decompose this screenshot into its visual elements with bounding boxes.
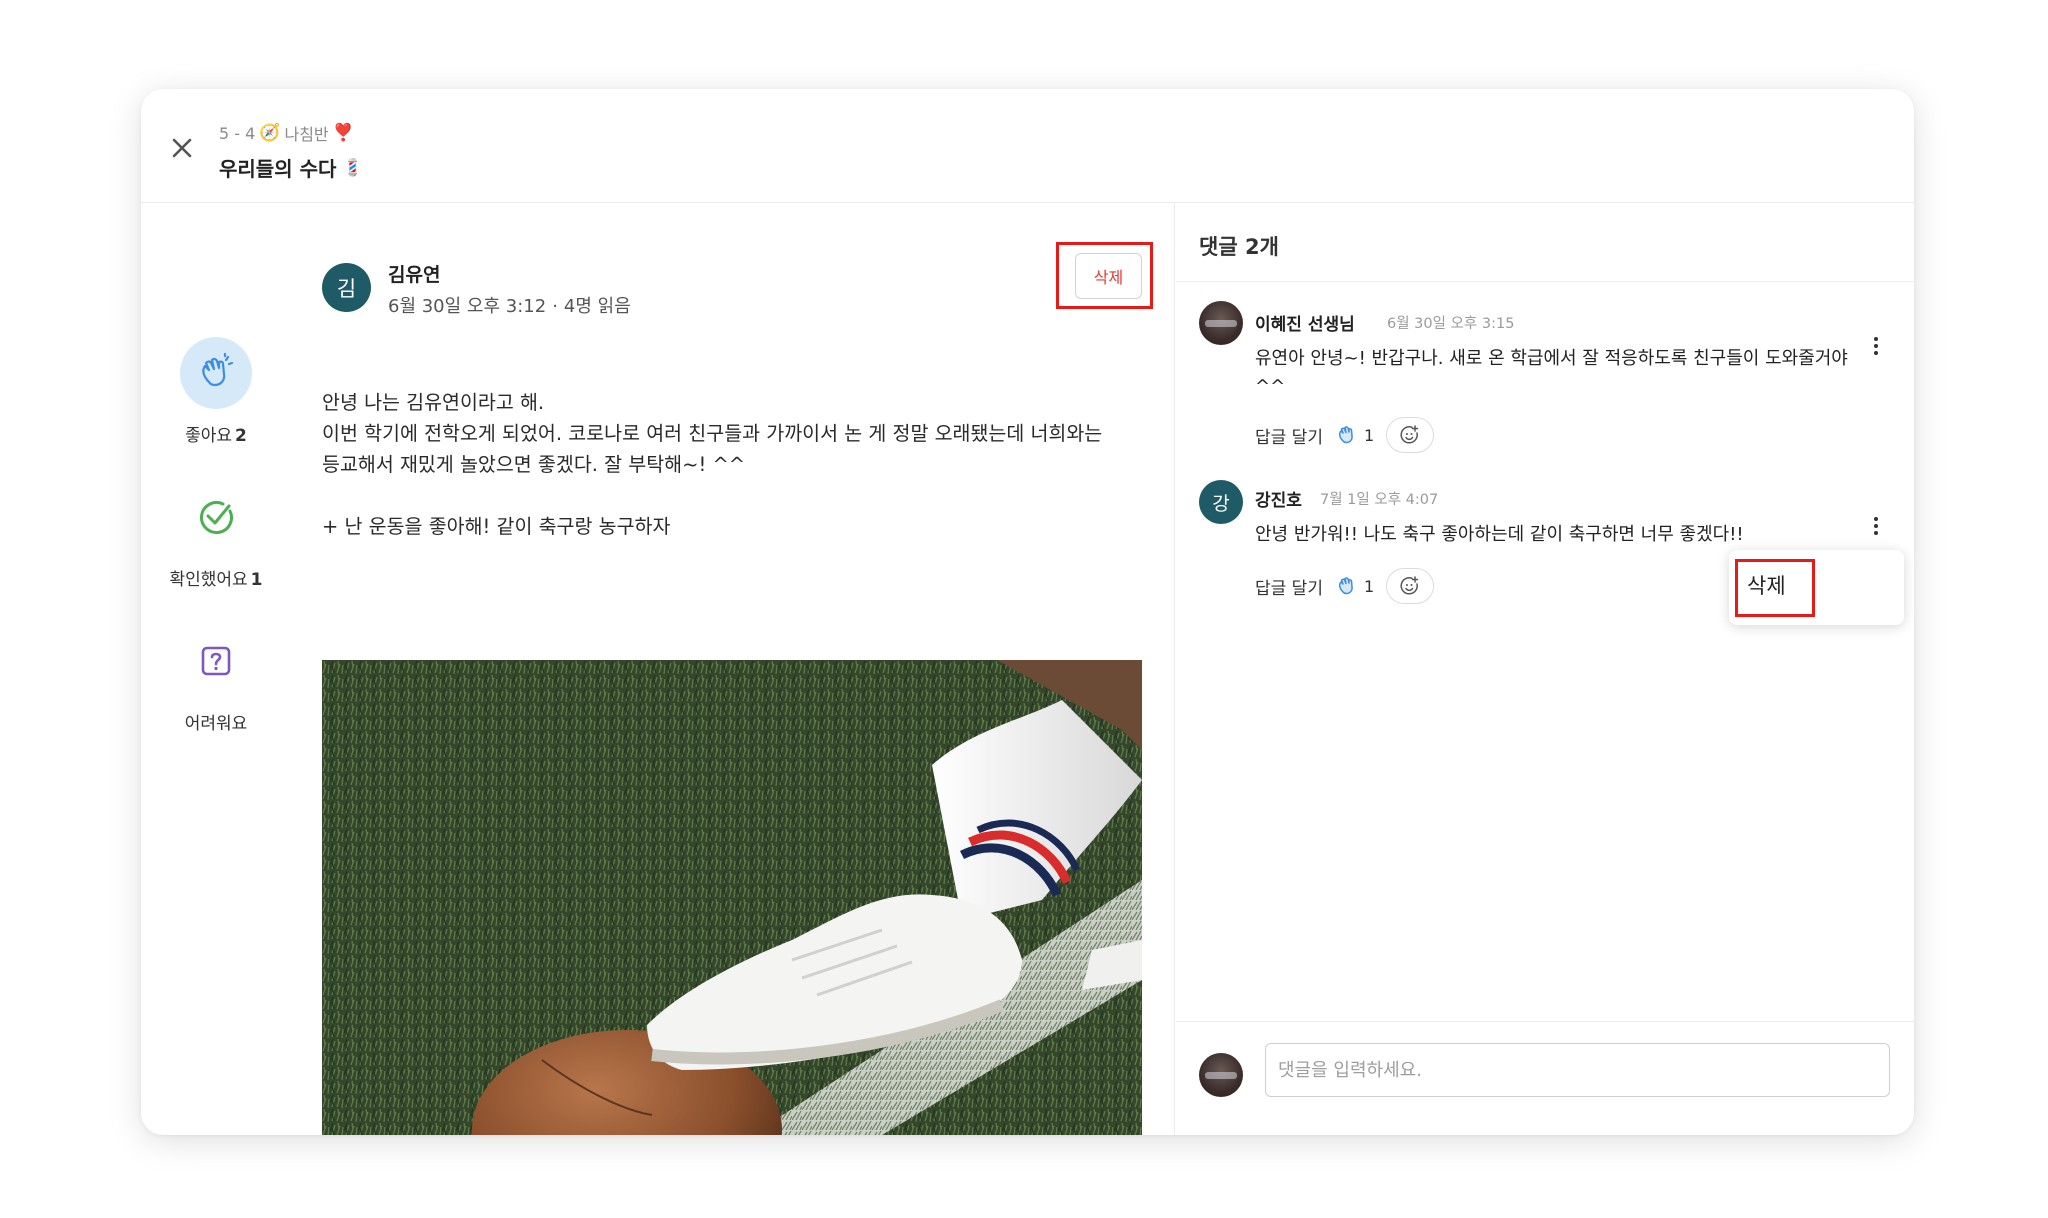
post-body: 안녕 나는 김유연이라고 해. 이번 학기에 전학오게 되었어. 코로나로 여러… — [322, 387, 1162, 542]
barber-pole-icon: 💈 — [342, 157, 364, 178]
class-breadcrumb: 5 - 4 🧭 나침반 ❣️ — [219, 121, 354, 145]
class-group: 나침반 — [284, 125, 329, 144]
modal-header: 5 - 4 🧭 나침반 ❣️ 우리들의 수다 💈 — [141, 89, 1914, 203]
reaction-difficult-text: 어려워요 — [184, 714, 248, 734]
question-box-icon — [180, 625, 252, 697]
post-image[interactable] — [322, 660, 1142, 1135]
commenter-avatar[interactable]: 강 — [1199, 480, 1243, 524]
post-line: 이번 학기에 전학오게 되었어. 코로나로 여러 친구들과 가까이서 논 게 정… — [322, 422, 1103, 445]
post-meta: 6월 30일 오후 3:12 · 4명 읽음 — [388, 292, 631, 318]
comment-time: 7월 1일 오후 4:07 — [1320, 492, 1439, 508]
comment-actions: 답글 달기 1 — [1255, 568, 1435, 604]
comment-author: 강진호 — [1255, 491, 1302, 511]
post-line-blank — [322, 480, 1162, 511]
commenter-avatar[interactable] — [1199, 301, 1243, 345]
clapping-hands-icon — [1338, 426, 1353, 444]
close-icon — [172, 138, 192, 158]
post-date: 6월 30일 오후 3:12 — [388, 296, 547, 317]
comment-author: 이혜진 선생님 — [1255, 315, 1355, 335]
post-line: 안녕 나는 김유연이라고 해. — [322, 391, 545, 414]
soccer-photo — [322, 660, 1142, 1135]
clapping-hands-icon — [1338, 577, 1353, 595]
comment-like-count: 1 — [1363, 425, 1375, 445]
comment-like-count: 1 — [1363, 576, 1375, 596]
class-name: 5 - 4 — [219, 123, 256, 143]
reaction-like-text: 좋아요 — [185, 426, 233, 446]
meta-separator: · — [552, 296, 558, 317]
reaction-like-label: 좋아요 2 — [141, 421, 291, 446]
comment-like-button[interactable]: 1 — [1335, 423, 1374, 447]
check-circle-icon — [180, 481, 252, 553]
author-name: 김유연 — [388, 264, 441, 286]
reaction-difficult-label: 어려워요 — [141, 709, 291, 734]
kebab-dot-icon — [1874, 337, 1878, 341]
reaction-like-count: 2 — [235, 426, 247, 446]
reply-button[interactable]: 답글 달기 — [1255, 423, 1323, 448]
heart-exclamation-icon: ❣️ — [332, 123, 354, 143]
my-avatar — [1199, 1053, 1243, 1097]
author-avatar[interactable]: 김 — [322, 263, 371, 312]
reaction-confirm-label: 확인했어요 1 — [141, 565, 291, 590]
add-reaction-button[interactable] — [1386, 417, 1435, 453]
clapping-hands-icon — [180, 337, 252, 409]
post-panel: 좋아요 2 확인했어요 1 어려워요 김 김유연 6월 30일 오후 3:12 … — [141, 203, 1175, 1135]
reaction-confirm-text: 확인했어요 — [169, 570, 248, 590]
board-title-text: 우리들의 수다 — [219, 157, 337, 181]
comments-count: 댓글 2개 — [1199, 235, 1279, 259]
reaction-like[interactable]: 좋아요 2 — [141, 337, 291, 446]
comments-header: 댓글 2개 — [1176, 203, 1914, 282]
reaction-confirm-count: 1 — [250, 570, 263, 590]
comment-text: 안녕 반가워!! 나도 축구 좋아하는데 같이 축구하면 너무 좋겠다!! — [1255, 524, 1744, 545]
delete-post-button[interactable]: 삭제 — [1075, 253, 1142, 299]
comment-actions: 답글 달기 1 — [1255, 417, 1435, 453]
add-emoji-icon — [1400, 576, 1419, 595]
comment-input[interactable] — [1265, 1043, 1890, 1097]
comments-panel: 댓글 2개 이혜진 선생님 6월 30일 오후 3:15 유연아 안녕~! 반갑… — [1176, 203, 1914, 1135]
board-title: 우리들의 수다 💈 — [219, 153, 364, 182]
comment-menu-dropdown: 삭제 — [1729, 550, 1904, 625]
read-count: 4명 읽음 — [563, 296, 631, 317]
compass-icon: 🧭 — [259, 123, 281, 143]
post-modal: 5 - 4 🧭 나침반 ❣️ 우리들의 수다 💈 좋아요 2 확인했어요 1 어… — [141, 89, 1914, 1135]
delete-comment-menu-item[interactable]: 삭제 — [1747, 570, 1786, 600]
reply-button[interactable]: 답글 달기 — [1255, 574, 1323, 599]
post-line: + 난 운동을 좋아해! 같이 축구랑 농구하자 — [322, 515, 671, 538]
comment-text: 유연아 안녕~! 반갑구나. 새로 온 학급에서 잘 적응하도록 친구들이 도와… — [1255, 348, 1848, 397]
add-reaction-button[interactable] — [1386, 568, 1435, 604]
add-emoji-icon — [1400, 425, 1419, 444]
comment-input-bar — [1176, 1021, 1914, 1135]
post-line: 등교해서 재밌게 놀았으면 좋겠다. 잘 부탁해~! ^^ — [322, 453, 746, 476]
reaction-difficult[interactable]: 어려워요 — [141, 625, 291, 734]
reaction-confirm[interactable]: 확인했어요 1 — [141, 481, 291, 590]
comment-like-button[interactable]: 1 — [1335, 574, 1374, 598]
close-button[interactable] — [167, 133, 197, 163]
comment-time: 6월 30일 오후 3:15 — [1387, 316, 1515, 332]
